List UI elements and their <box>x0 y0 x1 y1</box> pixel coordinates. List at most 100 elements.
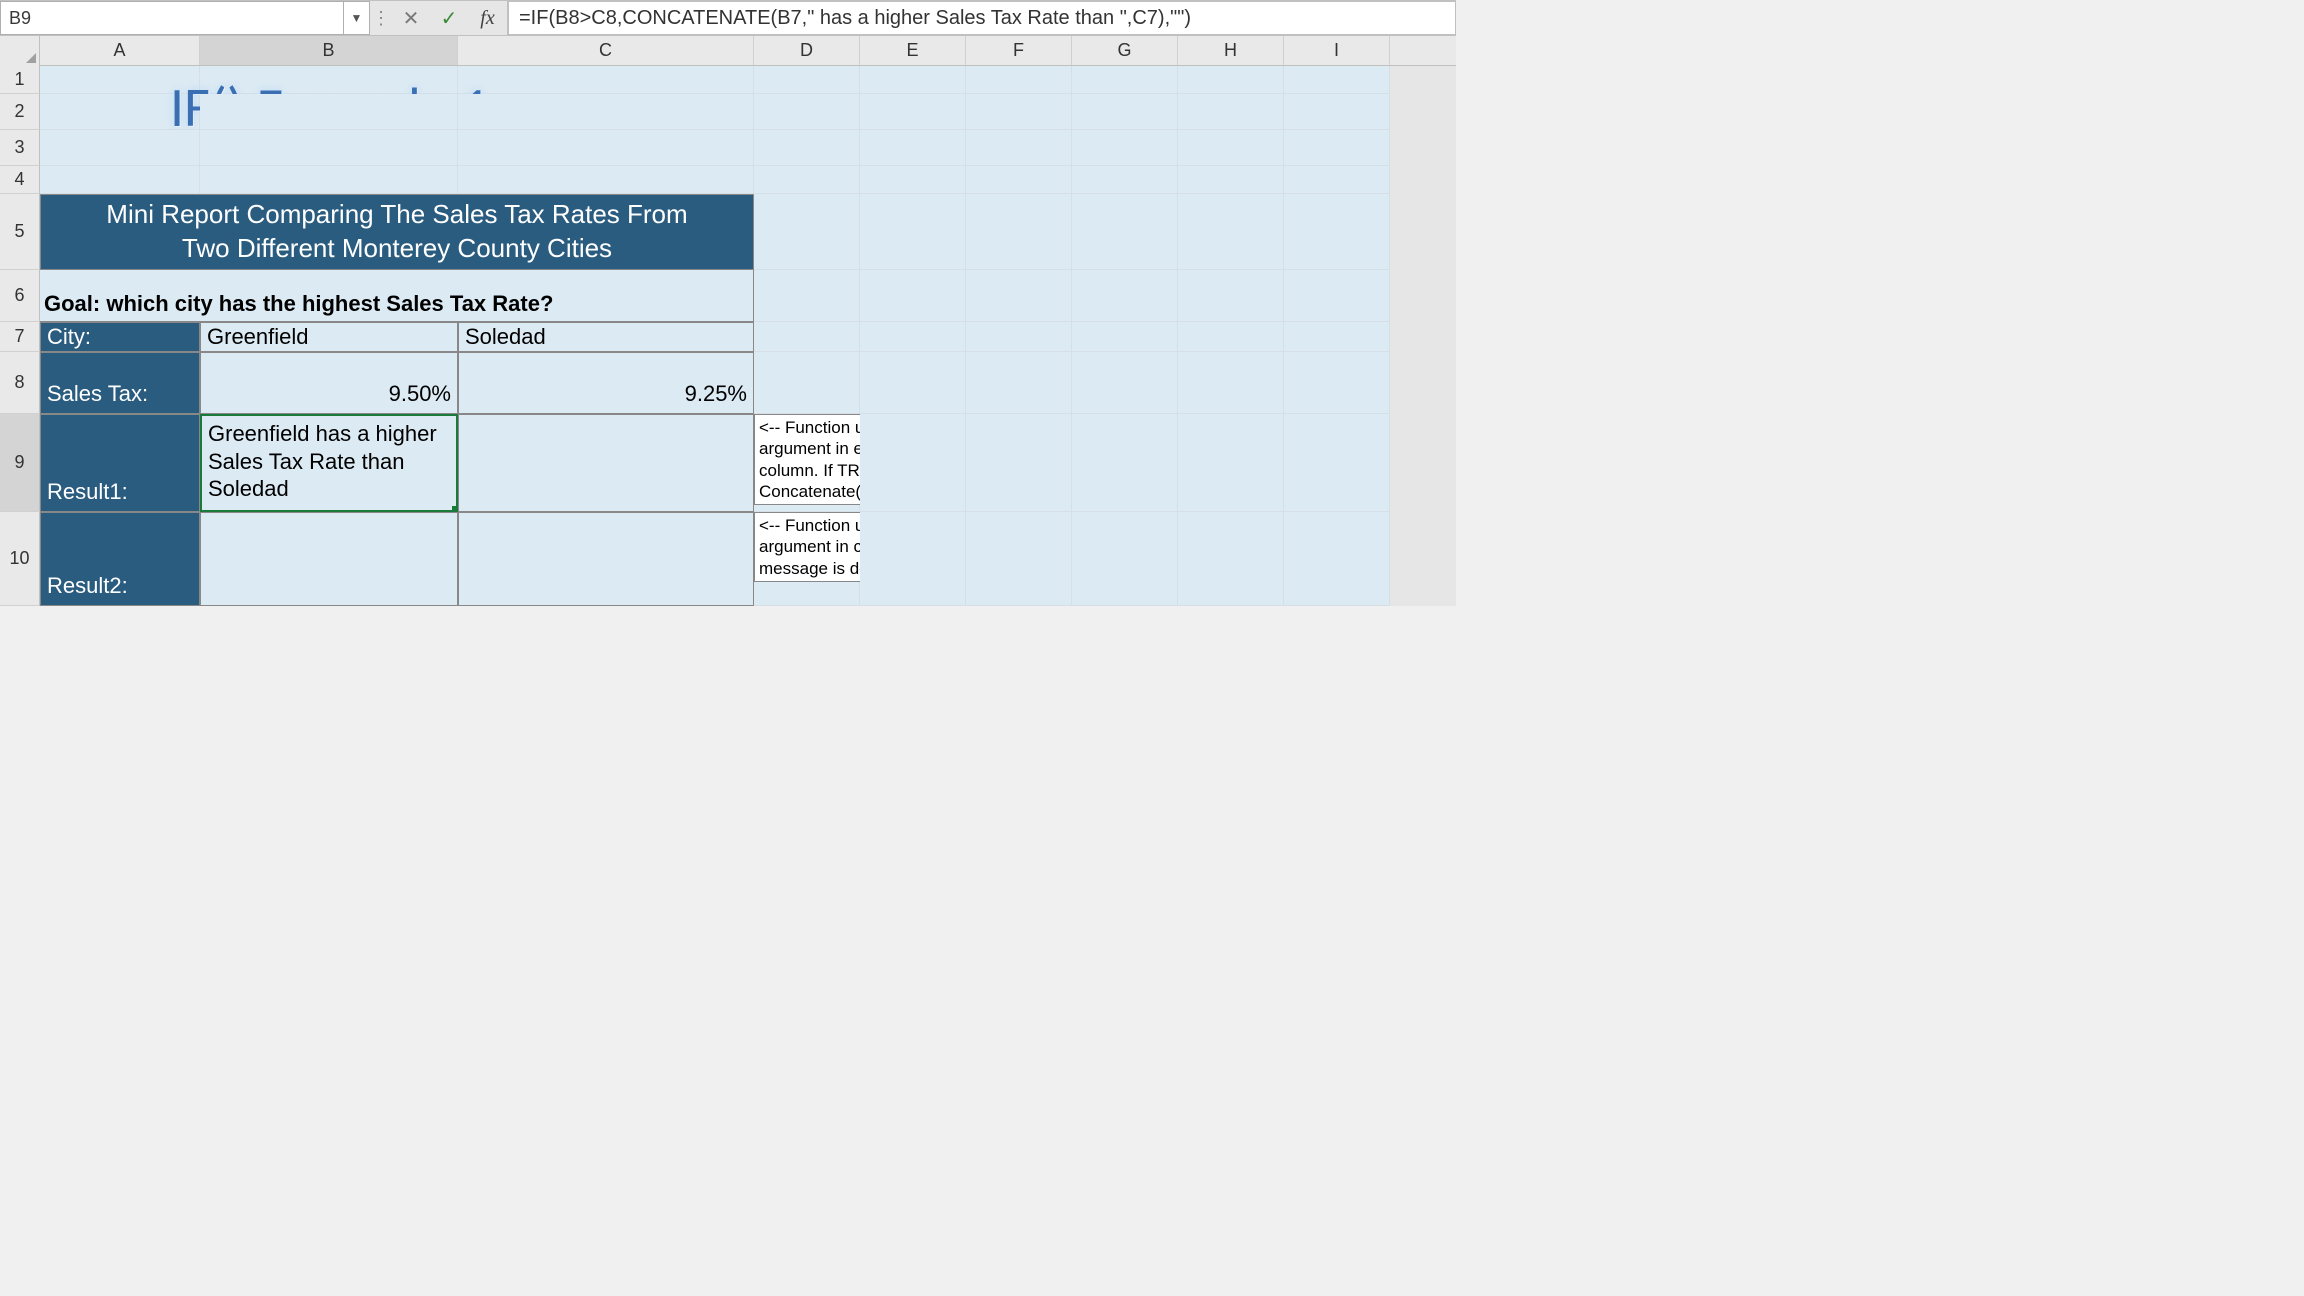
cell-g7[interactable] <box>1072 322 1178 352</box>
cell-a3[interactable] <box>40 130 200 166</box>
cell-d8[interactable] <box>754 352 860 414</box>
cell-tax1[interactable]: 9.50% <box>200 352 458 414</box>
fx-icon[interactable]: fx <box>468 1 508 35</box>
cell-f10[interactable] <box>966 512 1072 606</box>
cell-c1[interactable] <box>458 66 754 94</box>
cell-f9[interactable] <box>966 414 1072 512</box>
cell-a4[interactable] <box>40 166 200 194</box>
cell-i3[interactable] <box>1284 130 1390 166</box>
cell-b3[interactable] <box>200 130 458 166</box>
col-header-a[interactable]: A <box>40 36 200 65</box>
enter-icon[interactable]: ✓ <box>430 1 468 35</box>
cell-f6[interactable] <box>966 270 1072 322</box>
col-header-i[interactable]: I <box>1284 36 1390 65</box>
cell-g9[interactable] <box>1072 414 1178 512</box>
row-header-7[interactable]: 7 <box>0 322 40 352</box>
row-header-1[interactable]: 1 <box>0 66 40 94</box>
col-header-f[interactable]: F <box>966 36 1072 65</box>
row-header-4[interactable]: 4 <box>0 166 40 194</box>
cell-i2[interactable] <box>1284 94 1390 130</box>
col-header-e[interactable]: E <box>860 36 966 65</box>
cell-city1[interactable]: Greenfield <box>200 322 458 352</box>
cell-i1[interactable] <box>1284 66 1390 94</box>
cell-i8[interactable] <box>1284 352 1390 414</box>
cell-b10[interactable] <box>200 512 458 606</box>
cancel-icon[interactable]: ✕ <box>392 1 430 35</box>
cell-d10[interactable]: <-- Function used: IF(logical_test,val_i… <box>754 512 860 606</box>
cell-i4[interactable] <box>1284 166 1390 194</box>
cell-g5[interactable] <box>1072 194 1178 270</box>
cell-i10[interactable] <box>1284 512 1390 606</box>
label-city[interactable]: City: <box>40 322 200 352</box>
select-all-corner[interactable] <box>0 36 40 66</box>
cell-g4[interactable] <box>1072 166 1178 194</box>
col-header-g[interactable]: G <box>1072 36 1178 65</box>
cell-e4[interactable] <box>860 166 966 194</box>
cell-i7[interactable] <box>1284 322 1390 352</box>
cell-i6[interactable] <box>1284 270 1390 322</box>
cell-c10[interactable] <box>458 512 754 606</box>
row-header-2[interactable]: 2 <box>0 94 40 130</box>
cell-b1[interactable] <box>200 66 458 94</box>
cell-h1[interactable] <box>1178 66 1284 94</box>
cell-d6[interactable] <box>754 270 860 322</box>
cell-d2[interactable] <box>754 94 860 130</box>
row-header-3[interactable]: 3 <box>0 130 40 166</box>
cell-d1[interactable] <box>754 66 860 94</box>
cell-f5[interactable] <box>966 194 1072 270</box>
cell-d4[interactable] <box>754 166 860 194</box>
cell-d9[interactable]: <-- Function used: IF(logical_test,val_i… <box>754 414 860 512</box>
banner-cell[interactable]: Mini Report Comparing The Sales Tax Rate… <box>40 194 754 270</box>
cell-g1[interactable] <box>1072 66 1178 94</box>
label-result1[interactable]: Result1: <box>40 414 200 512</box>
cell-a1[interactable] <box>40 66 200 94</box>
cell-e10[interactable] <box>860 512 966 606</box>
row-header-10[interactable]: 10 <box>0 512 40 606</box>
cell-f3[interactable] <box>966 130 1072 166</box>
cell-tax2[interactable]: 9.25% <box>458 352 754 414</box>
cell-i5[interactable] <box>1284 194 1390 270</box>
goal-cell[interactable]: Goal: which city has the highest Sales T… <box>40 270 754 322</box>
cell-b9-selected[interactable]: Greenfield has a higher Sales Tax Rate t… <box>200 414 458 512</box>
cell-g10[interactable] <box>1072 512 1178 606</box>
cell-g8[interactable] <box>1072 352 1178 414</box>
row-header-5[interactable]: 5 <box>0 194 40 270</box>
cell-c3[interactable] <box>458 130 754 166</box>
cell-b2[interactable] <box>200 94 458 130</box>
cell-f4[interactable] <box>966 166 1072 194</box>
cell-b4[interactable] <box>200 166 458 194</box>
cell-i9[interactable] <box>1284 414 1390 512</box>
col-header-d[interactable]: D <box>754 36 860 65</box>
cell-city2[interactable]: Soledad <box>458 322 754 352</box>
cell-c4[interactable] <box>458 166 754 194</box>
cell-d5[interactable] <box>754 194 860 270</box>
cell-h4[interactable] <box>1178 166 1284 194</box>
cell-c2[interactable] <box>458 94 754 130</box>
cell-h10[interactable] <box>1178 512 1284 606</box>
cell-e8[interactable] <box>860 352 966 414</box>
cell-e5[interactable] <box>860 194 966 270</box>
cell-h7[interactable] <box>1178 322 1284 352</box>
cell-c9[interactable] <box>458 414 754 512</box>
cell-h9[interactable] <box>1178 414 1284 512</box>
cell-f7[interactable] <box>966 322 1072 352</box>
cell-h2[interactable] <box>1178 94 1284 130</box>
cell-h5[interactable] <box>1178 194 1284 270</box>
cell-f2[interactable] <box>966 94 1072 130</box>
cell-h6[interactable] <box>1178 270 1284 322</box>
cell-h8[interactable] <box>1178 352 1284 414</box>
cell-g2[interactable] <box>1072 94 1178 130</box>
col-header-c[interactable]: C <box>458 36 754 65</box>
cell-a2[interactable]: IF() Example 1 <box>40 94 200 130</box>
cell-e2[interactable] <box>860 94 966 130</box>
row-header-8[interactable]: 8 <box>0 352 40 414</box>
formula-input[interactable]: =IF(B8>C8,CONCATENATE(B7," has a higher … <box>508 1 1456 35</box>
name-box-dropdown-icon[interactable]: ▼ <box>344 1 370 35</box>
cell-g3[interactable] <box>1072 130 1178 166</box>
cell-e1[interactable] <box>860 66 966 94</box>
cell-e3[interactable] <box>860 130 966 166</box>
cell-d7[interactable] <box>754 322 860 352</box>
label-result2[interactable]: Result2: <box>40 512 200 606</box>
cell-f1[interactable] <box>966 66 1072 94</box>
row-header-6[interactable]: 6 <box>0 270 40 322</box>
